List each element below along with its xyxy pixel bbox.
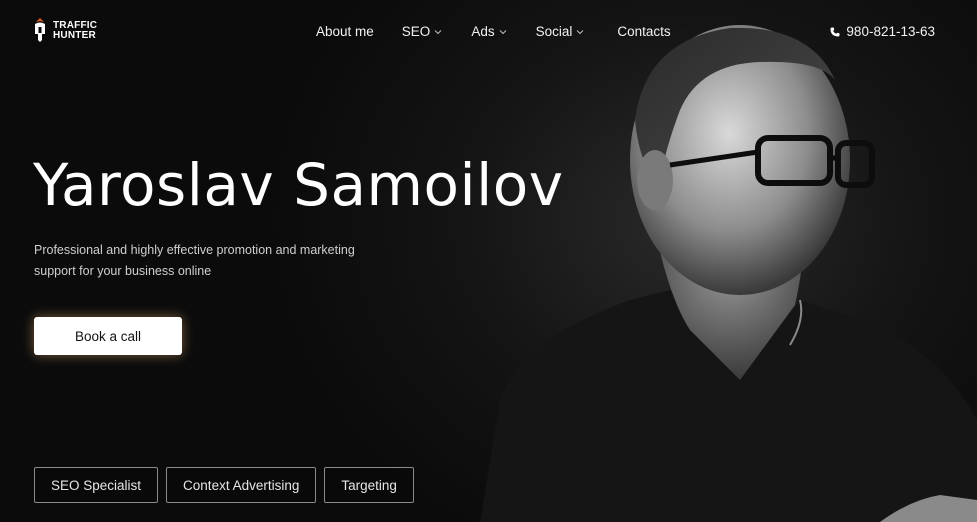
nav-item-seo[interactable]: SEO (402, 24, 443, 39)
nav-item-contacts[interactable]: Contacts (617, 24, 670, 39)
page-title: Yaroslav Samoilov (33, 151, 564, 219)
tag-seo-specialist[interactable]: SEO Specialist (34, 467, 159, 503)
tag-context-advertising[interactable]: Context Advertising (166, 467, 317, 503)
nav-item-label: Ads (471, 24, 495, 39)
brand-logo[interactable]: TRAFFIC HUNTER (33, 18, 97, 44)
nav-item-label: Contacts (617, 24, 671, 39)
brand-line-2: HUNTER (53, 30, 96, 41)
service-tags: SEO Specialist Context Advertising Targe… (34, 467, 414, 503)
nav-item-about-me[interactable]: About me (316, 24, 374, 39)
nav-item-social[interactable]: Social (536, 24, 585, 39)
main-nav: About me SEO Ads Social Contacts (316, 24, 671, 39)
tag-targeting[interactable]: Targeting (324, 467, 414, 503)
chevron-down-icon (577, 29, 584, 34)
hero-section: TRAFFIC HUNTER About me SEO Ads Social C… (0, 0, 977, 522)
phone-link[interactable]: 980-821-13-63 (830, 24, 935, 39)
nav-item-ads[interactable]: Ads (471, 24, 506, 39)
brand-name: TRAFFIC HUNTER (53, 21, 97, 41)
nav-item-label: About me (316, 24, 374, 39)
chevron-down-icon (434, 29, 442, 34)
chevron-down-icon (499, 29, 506, 34)
phone-number: 980-821-13-63 (846, 24, 935, 39)
site-header: TRAFFIC HUNTER About me SEO Ads Social C… (0, 0, 977, 64)
portrait-photo (480, 25, 977, 522)
spartan-helmet-icon (35, 18, 45, 42)
book-a-call-button[interactable]: Book a call (34, 317, 182, 355)
phone-icon (830, 27, 840, 36)
nav-item-label: Social (535, 24, 573, 39)
nav-item-label: SEO (401, 24, 431, 39)
hero-subtitle: Professional and highly effective promot… (34, 243, 355, 278)
